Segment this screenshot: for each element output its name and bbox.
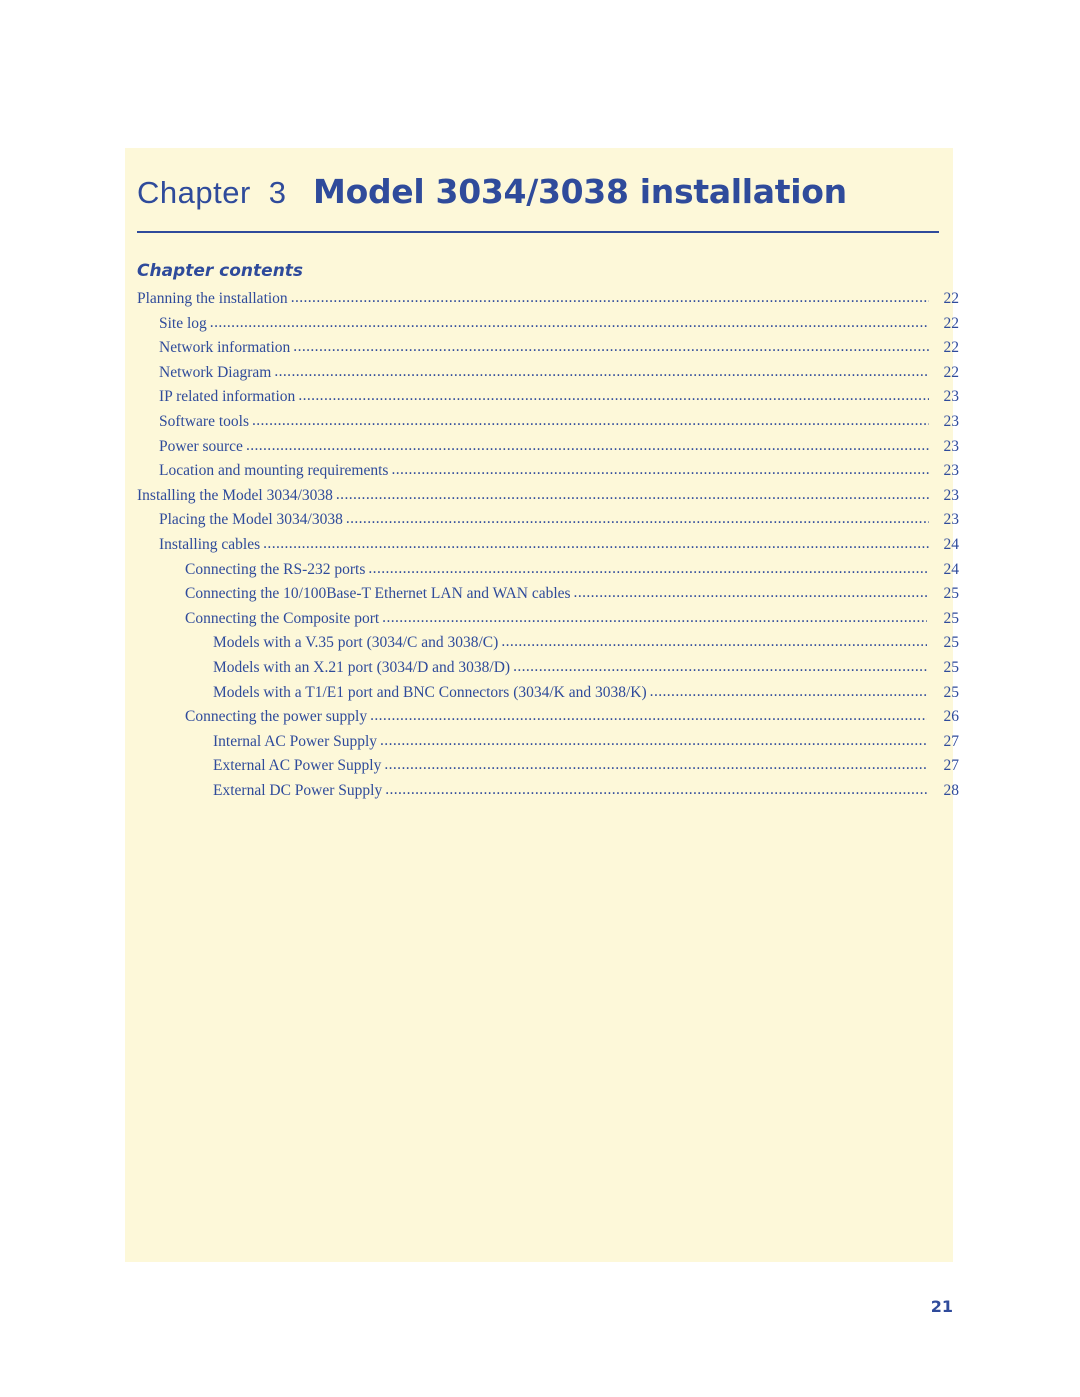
- toc-leader-dots: ........................................…: [290, 289, 929, 306]
- toc-entry-page: 26: [943, 708, 960, 726]
- toc-leader-dots: ........................................…: [251, 411, 929, 429]
- toc-leader-dots: ........................................…: [382, 608, 927, 626]
- toc-entry[interactable]: Power source............................…: [159, 436, 960, 463]
- toc-entry[interactable]: Software tools..........................…: [159, 411, 960, 438]
- toc-leader-dots: ........................................…: [380, 731, 927, 749]
- toc-leader-dots: ........................................…: [370, 707, 927, 725]
- toc-entry-page: 22: [943, 314, 960, 332]
- toc-leader-dots: ........................................…: [209, 313, 929, 331]
- toc-entry-page: 25: [943, 634, 960, 652]
- toc-entry-page: 22: [943, 339, 960, 357]
- toc-entry-page: 23: [943, 437, 960, 455]
- toc-entry[interactable]: Models with an X.21 port (3034/D and 303…: [213, 657, 960, 684]
- toc-entry-page: 28: [943, 781, 960, 799]
- toc-entry[interactable]: Internal AC Power Supply................…: [213, 731, 960, 758]
- table-of-contents: Planning the installation...............…: [137, 289, 960, 807]
- toc-entry[interactable]: Installing cables.......................…: [159, 534, 960, 561]
- toc-entry-label: IP related information: [159, 388, 296, 406]
- toc-leader-dots: ........................................…: [298, 387, 929, 405]
- toc-entry[interactable]: Network information.....................…: [159, 338, 960, 364]
- toc-entry[interactable]: Network Diagram.........................…: [159, 362, 960, 389]
- toc-entry[interactable]: Connecting the RS-232 ports.............…: [185, 559, 960, 586]
- chapter-contents-label: Chapter contents: [137, 261, 304, 281]
- toc-leader-dots: ........................................…: [385, 780, 927, 798]
- toc-entry-page: 22: [943, 363, 960, 381]
- toc-leader-dots: ........................................…: [391, 461, 929, 479]
- toc-entry[interactable]: Location and mounting requirements......…: [159, 461, 960, 487]
- toc-leader-dots: ........................................…: [573, 584, 927, 602]
- chapter-title: Model 3034/3038 installation: [313, 172, 847, 211]
- toc-entry-label: Power source: [159, 437, 243, 455]
- chapter-number: 3: [268, 175, 287, 210]
- toc-entry-label: Connecting the power supply: [185, 708, 368, 726]
- toc-entry-page: 23: [943, 462, 960, 480]
- toc-entry-label: Network Diagram: [159, 363, 272, 381]
- toc-entry-label: Planning the installation: [137, 290, 288, 307]
- toc-entry[interactable]: IP related information..................…: [159, 387, 960, 413]
- toc-leader-dots: ........................................…: [263, 534, 929, 552]
- toc-entry-label: Models with a T1/E1 port and BNC Connect…: [213, 683, 647, 701]
- toc-leader-dots: ........................................…: [345, 510, 929, 528]
- toc-leader-dots: ........................................…: [513, 657, 927, 675]
- toc-entry-page: 25: [943, 585, 960, 603]
- toc-entry[interactable]: External AC Power Supply................…: [213, 756, 960, 782]
- toc-entry-label: Installing cables: [159, 535, 261, 553]
- toc-entry[interactable]: Models with a T1/E1 port and BNC Connect…: [213, 682, 960, 709]
- toc-entry-page: 27: [943, 732, 960, 750]
- toc-entry-label: Location and mounting requirements: [159, 462, 389, 480]
- toc-entry-page: 23: [943, 486, 960, 504]
- toc-entry-label: Models with a V.35 port (3034/C and 3038…: [213, 634, 499, 652]
- toc-entry-label: Placing the Model 3034/3038: [159, 511, 343, 529]
- toc-entry-page: 25: [943, 609, 960, 627]
- toc-entry[interactable]: Placing the Model 3034/3038.............…: [159, 510, 960, 536]
- toc-leader-dots: ........................................…: [245, 436, 929, 454]
- page-number: 21: [930, 1297, 953, 1316]
- toc-entry[interactable]: Site log................................…: [159, 313, 960, 340]
- toc-entry-page: 24: [943, 560, 960, 578]
- toc-entry-page: 23: [943, 388, 960, 406]
- toc-entry-label: Connecting the RS-232 ports: [185, 560, 366, 578]
- toc-leader-dots: ........................................…: [335, 485, 929, 503]
- toc-leader-dots: ........................................…: [368, 559, 927, 577]
- toc-entry-label: Software tools: [159, 412, 249, 430]
- toc-entry-label: Connecting the 10/100Base-T Ethernet LAN…: [185, 585, 571, 603]
- toc-entry-label: Network information: [159, 339, 291, 357]
- toc-entry-label: Connecting the Composite port: [185, 609, 380, 627]
- header-divider: [137, 231, 939, 233]
- toc-entry[interactable]: External DC Power Supply................…: [213, 780, 960, 807]
- toc-entry-label: Models with an X.21 port (3034/D and 303…: [213, 658, 511, 676]
- toc-entry-label: Site log: [159, 314, 207, 332]
- toc-entry-page: 23: [943, 511, 960, 529]
- chapter-header: Chapter 3 Model 3034/3038 installation: [137, 172, 957, 228]
- toc-entry-label: External DC Power Supply: [213, 781, 383, 799]
- toc-entry[interactable]: Connecting the power supply.............…: [185, 707, 960, 733]
- toc-entry-label: External AC Power Supply: [213, 757, 382, 775]
- toc-entry[interactable]: Connecting the 10/100Base-T Ethernet LAN…: [185, 584, 960, 610]
- toc-entry-page: 27: [943, 757, 960, 775]
- toc-entry[interactable]: Planning the installation...............…: [137, 289, 960, 315]
- toc-entry-page: 23: [943, 412, 960, 430]
- document-page: Chapter 3 Model 3034/3038 installation C…: [0, 0, 1080, 1397]
- toc-entry[interactable]: Models with a V.35 port (3034/C and 3038…: [213, 633, 960, 659]
- chapter-word: Chapter: [137, 175, 251, 210]
- toc-entry-page: 25: [943, 658, 960, 676]
- toc-leader-dots: ........................................…: [274, 362, 929, 380]
- toc-entry[interactable]: Installing the Model 3034/3038..........…: [137, 485, 960, 512]
- toc-entry-page: 25: [943, 683, 960, 701]
- toc-leader-dots: ........................................…: [649, 682, 927, 700]
- toc-entry-page: 24: [943, 535, 960, 553]
- toc-leader-dots: ........................................…: [293, 338, 929, 356]
- toc-entry-label: Installing the Model 3034/3038: [137, 486, 333, 504]
- toc-entry-page: 22: [943, 290, 960, 307]
- toc-entry-label: Internal AC Power Supply: [213, 732, 378, 750]
- toc-entry[interactable]: Connecting the Composite port...........…: [185, 608, 960, 635]
- toc-leader-dots: ........................................…: [384, 756, 927, 774]
- toc-leader-dots: ........................................…: [501, 633, 927, 651]
